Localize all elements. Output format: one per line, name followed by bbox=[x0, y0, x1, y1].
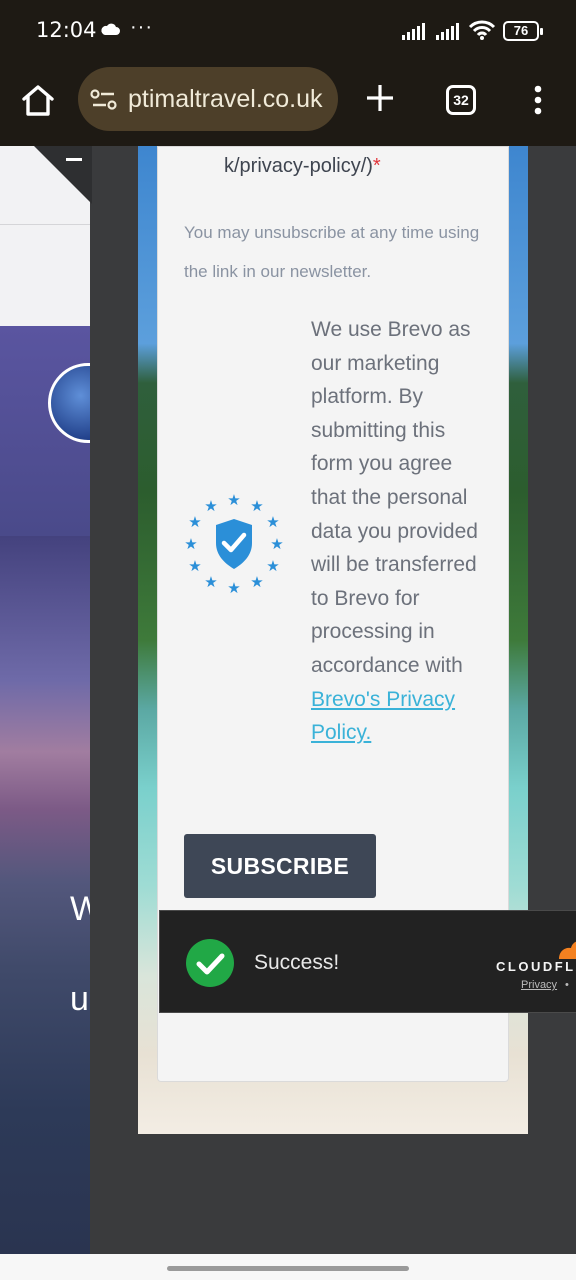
subscribe-button[interactable]: SUBSCRIBE bbox=[184, 834, 376, 898]
svg-text:★: ★ bbox=[184, 535, 197, 553]
modal-corner bbox=[34, 146, 92, 204]
svg-text:★: ★ bbox=[270, 535, 283, 553]
cloudflare-brand: CLOUDFLARE bbox=[496, 959, 576, 974]
svg-text:★: ★ bbox=[250, 573, 263, 591]
svg-text:★: ★ bbox=[250, 497, 263, 515]
more-menu-icon[interactable] bbox=[526, 82, 550, 118]
status-bar: 12:04 ··· 76 bbox=[0, 0, 576, 62]
svg-text:★: ★ bbox=[188, 513, 201, 531]
success-check-icon bbox=[186, 939, 234, 987]
site-settings-icon[interactable] bbox=[90, 89, 118, 111]
svg-text:★: ★ bbox=[204, 497, 217, 515]
privacy-url-fragment: k/privacy-policy/) bbox=[224, 155, 373, 177]
privacy-consent-text: k/privacy-policy/)* bbox=[224, 155, 381, 178]
home-gesture-handle[interactable] bbox=[167, 1266, 409, 1271]
browser-toolbar: ptimaltravel.co.uk 32 bbox=[0, 62, 576, 146]
required-marker: * bbox=[372, 155, 381, 177]
hero-subheading-fragment: u bbox=[70, 980, 89, 1018]
gesture-nav-bar bbox=[0, 1254, 576, 1280]
verification-status: Success! bbox=[254, 951, 340, 974]
battery-indicator: 76 bbox=[503, 21, 543, 41]
unsubscribe-notice: You may unsubscribe at any time using th… bbox=[184, 223, 480, 281]
link-separator: • bbox=[565, 979, 569, 991]
brevo-consent-text: We use Brevo as our marketing platform. … bbox=[311, 313, 491, 750]
signal-icon-2 bbox=[436, 23, 459, 40]
tab-switcher-button[interactable]: 32 bbox=[446, 85, 476, 115]
svg-text:★: ★ bbox=[188, 557, 201, 575]
svg-text:★: ★ bbox=[266, 513, 279, 531]
clock: 12:04 bbox=[36, 18, 97, 42]
signal-icon bbox=[402, 23, 425, 40]
svg-text:★: ★ bbox=[227, 493, 240, 509]
new-tab-icon[interactable] bbox=[362, 80, 398, 116]
minimize-icon[interactable] bbox=[66, 158, 82, 161]
cloudflare-privacy-link[interactable]: Privacy bbox=[521, 979, 557, 991]
brevo-privacy-link[interactable]: Brevo's Privacy Policy. bbox=[311, 688, 455, 745]
cloudflare-logo-icon bbox=[559, 941, 576, 959]
url-text[interactable]: ptimaltravel.co.uk bbox=[128, 85, 323, 114]
notification-more-icon: ··· bbox=[130, 16, 153, 38]
background-page: W u bbox=[0, 146, 90, 1254]
wifi-icon bbox=[468, 20, 496, 40]
screen: 12:04 ··· 76 ptimaltravel.co.uk 32 W u k… bbox=[0, 0, 576, 1280]
home-icon[interactable] bbox=[18, 80, 58, 120]
svg-text:★: ★ bbox=[266, 557, 279, 575]
hero-heading-fragment: W bbox=[70, 890, 90, 928]
svg-text:★: ★ bbox=[204, 573, 217, 591]
gdpr-shield-icon: ★ ★ ★ ★ ★ ★ ★ ★ ★ ★ ★ ★ bbox=[184, 493, 283, 597]
address-bar[interactable]: ptimaltravel.co.uk bbox=[78, 67, 338, 131]
brevo-consent-body: We use Brevo as our marketing platform. … bbox=[311, 318, 478, 677]
cloud-icon bbox=[101, 23, 120, 35]
divider bbox=[0, 224, 90, 225]
svg-text:★: ★ bbox=[227, 579, 240, 597]
cloudflare-turnstile-widget: Success! CLOUDFLARE Privacy • bbox=[159, 910, 576, 1013]
